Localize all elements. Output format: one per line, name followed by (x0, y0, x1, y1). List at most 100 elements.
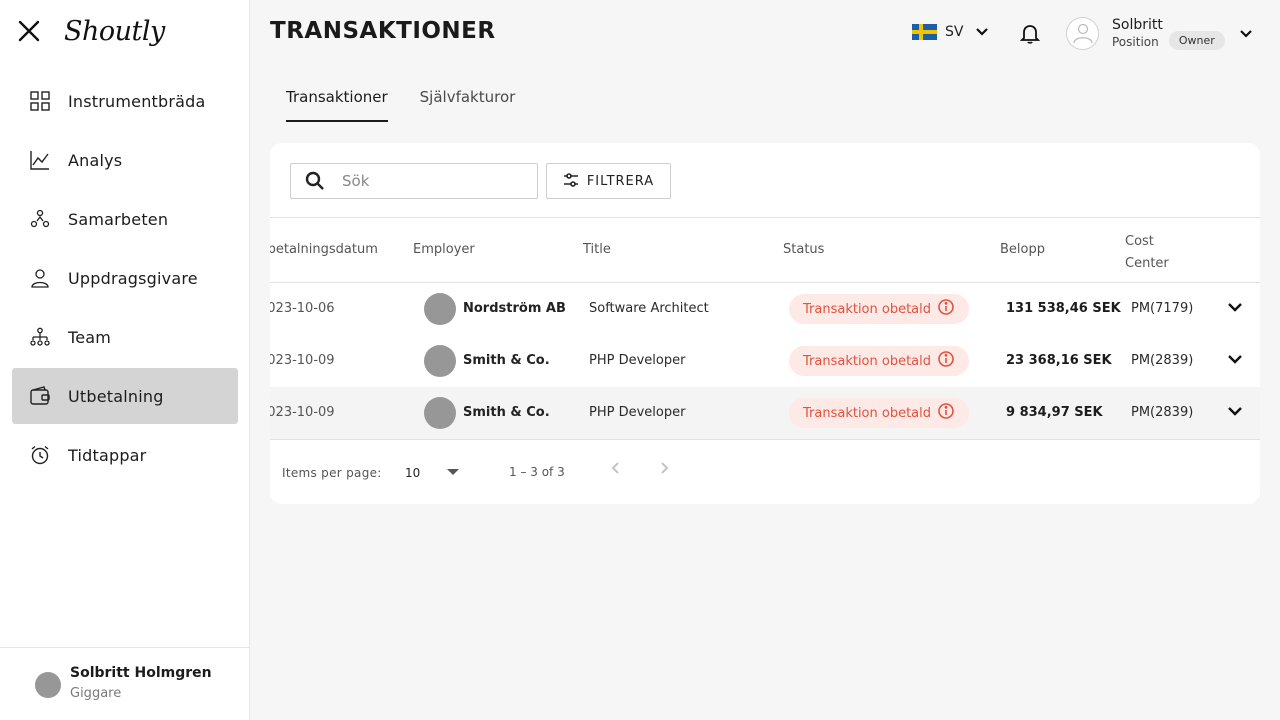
payout-date: 2023-10-09 (270, 405, 335, 420)
sidebar-item-label: Instrumentbräda (68, 91, 206, 111)
timer-icon (30, 445, 50, 465)
avatar (424, 345, 456, 377)
sidebar-item-label: Team (68, 327, 112, 347)
chevron-down-icon[interactable] (1226, 299, 1244, 318)
items-per-page-select[interactable]: 10 (405, 461, 463, 485)
chevron-down-icon (975, 22, 989, 41)
team-icon (30, 327, 50, 347)
sweden-flag-icon (912, 23, 937, 40)
table-row[interactable]: 2023-10-09 Smith & Co. PHP Developer Tra… (270, 335, 1260, 387)
page-range: 1 – 3 of 3 (509, 465, 565, 479)
status-badge[interactable]: Transaktion obetald (789, 346, 970, 376)
status-text: Transaktion obetald (803, 405, 932, 421)
status-text: Transaktion obetald (803, 353, 932, 369)
payout-date: 2023-10-09 (270, 353, 335, 368)
column-header-amount[interactable]: Belopp (1000, 242, 1045, 257)
clients-icon (30, 268, 50, 288)
column-header-employer[interactable]: Employer (413, 242, 475, 257)
filter-icon (563, 172, 579, 191)
sidebar-nav: Instrumentbräda Analys Samarbeten Uppdra… (12, 73, 238, 486)
transactions-card: FILTRERA Utbetalningsdatum Employer Titl… (270, 143, 1260, 504)
sidebar-item-label: Uppdragsgivare (68, 268, 198, 288)
user-position: Position (1112, 35, 1159, 49)
column-header-status[interactable]: Status (783, 242, 824, 257)
tab-bar: Transaktioner Självfakturor (286, 88, 547, 122)
search-icon (304, 170, 326, 192)
info-icon (937, 402, 955, 424)
tab-transactions[interactable]: Transaktioner (286, 88, 388, 122)
chart-line-icon (30, 150, 50, 170)
app-logo[interactable]: Shoutly (64, 16, 165, 47)
avatar (1066, 16, 1099, 50)
job-title: PHP Developer (589, 353, 686, 368)
info-icon (937, 298, 955, 320)
employer-name: Nordström AB (463, 301, 566, 316)
avatar (424, 293, 456, 325)
table-header: Utbetalningsdatum Employer Title Status … (270, 217, 1260, 283)
sidebar-item-label: Analys (68, 150, 123, 170)
next-page-button[interactable] (654, 458, 674, 482)
amount: 9 834,97 SEK (1006, 405, 1103, 420)
sidebar-item-collaborations[interactable]: Samarbeten (12, 191, 238, 247)
cost-center: PM(2839) (1131, 353, 1194, 368)
close-icon[interactable] (16, 18, 42, 44)
items-per-page-label: Items per page: (282, 466, 382, 480)
status-badge[interactable]: Transaktion obetald (789, 398, 970, 428)
user-name: Solbritt (1112, 17, 1163, 33)
language-selector[interactable]: SV (912, 22, 989, 41)
language-code: SV (945, 23, 964, 40)
amount: 131 538,46 SEK (1006, 301, 1121, 316)
table-row[interactable]: 2023-10-09 Smith & Co. PHP Developer Tra… (270, 387, 1260, 439)
collaborations-icon (30, 209, 50, 229)
items-per-page-value: 10 (405, 466, 421, 480)
table-row[interactable]: 2023-10-06 Nordström AB Software Archite… (270, 283, 1260, 335)
sidebar-item-analytics[interactable]: Analys (12, 132, 238, 188)
filter-button[interactable]: FILTRERA (546, 163, 671, 199)
payout-date: 2023-10-06 (270, 301, 335, 316)
cost-center: PM(2839) (1131, 405, 1194, 420)
wallet-icon (30, 386, 50, 406)
sidebar-item-dashboard[interactable]: Instrumentbräda (12, 73, 238, 129)
status-text: Transaktion obetald (803, 301, 932, 317)
chevron-down-icon[interactable] (1226, 403, 1244, 422)
employer-name: Smith & Co. (463, 353, 550, 368)
job-title: Software Architect (589, 301, 709, 316)
sidebar-item-clients[interactable]: Uppdragsgivare (12, 250, 238, 306)
sidebar: Shoutly Instrumentbräda Analys Samarbete… (0, 0, 250, 720)
avatar (424, 397, 456, 429)
avatar (35, 672, 61, 698)
sidebar-item-label: Utbetalning (68, 386, 164, 406)
job-title: PHP Developer (589, 405, 686, 420)
role-badge: Owner (1168, 30, 1225, 50)
user-role: Giggare (70, 686, 122, 701)
bell-icon[interactable] (1019, 22, 1041, 48)
page-title: TRANSAKTIONER (270, 18, 496, 44)
sidebar-user[interactable]: Solbritt Holmgren Giggare (0, 647, 249, 720)
amount: 23 368,16 SEK (1006, 353, 1112, 368)
column-header-title[interactable]: Title (583, 242, 611, 257)
filter-label: FILTRERA (586, 173, 655, 189)
column-header-cost-center[interactable]: Cost Center (1125, 231, 1175, 275)
sidebar-item-team[interactable]: Team (12, 309, 238, 365)
search-box (290, 163, 538, 199)
employer-name: Smith & Co. (463, 405, 550, 420)
sidebar-item-label: Tidtappar (68, 445, 147, 465)
info-icon (937, 350, 955, 372)
caret-down-icon (447, 469, 459, 475)
tab-self-invoices[interactable]: Självfakturor (420, 88, 516, 122)
chevron-down-icon (1239, 24, 1253, 43)
column-header-date[interactable]: Utbetalningsdatum (270, 242, 378, 257)
status-badge[interactable]: Transaktion obetald (789, 294, 970, 324)
user-menu[interactable]: Solbritt Position Owner (1066, 16, 1253, 50)
previous-page-button[interactable] (606, 458, 626, 482)
chevron-down-icon[interactable] (1226, 351, 1244, 370)
user-info: Solbritt Position (1112, 16, 1163, 50)
sidebar-item-payout[interactable]: Utbetalning (12, 368, 238, 424)
user-full-name: Solbritt Holmgren (70, 665, 212, 681)
dashboard-icon (30, 91, 50, 111)
sidebar-item-timers[interactable]: Tidtappar (12, 427, 238, 483)
search-input[interactable] (342, 172, 522, 190)
paginator: Items per page: 10 1 – 3 of 3 (270, 439, 1260, 504)
cost-center: PM(7179) (1131, 301, 1194, 316)
sidebar-item-label: Samarbeten (68, 209, 169, 229)
